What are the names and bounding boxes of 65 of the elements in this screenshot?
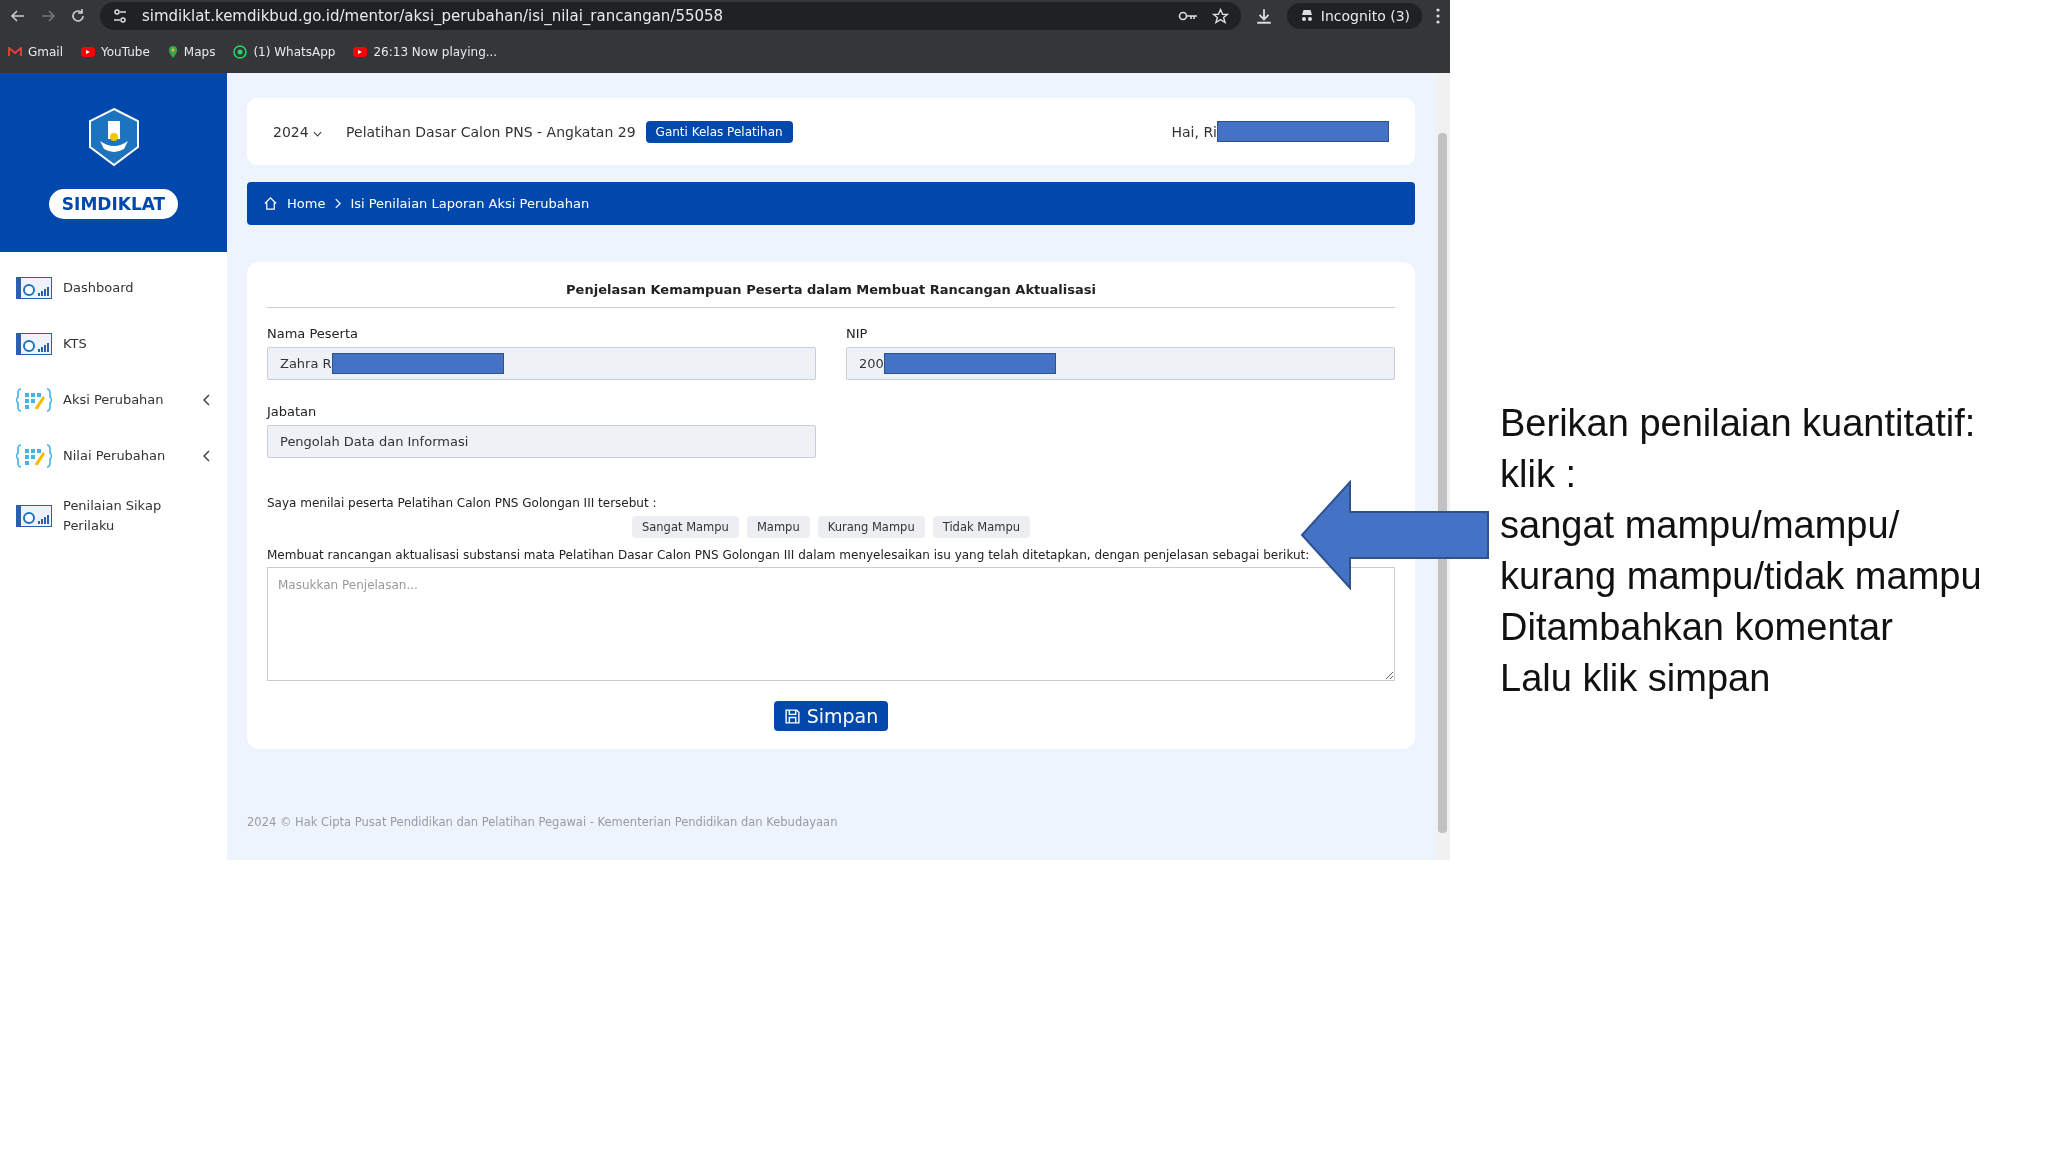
key-icon[interactable]: [1177, 10, 1198, 22]
incognito-profile-button[interactable]: Incognito (3): [1286, 3, 1422, 29]
explanation-label: Membuat rancangan aktualisasi substansi mata Pelatihan Dasar Calon PNS Golongan III dalam menyelesaikan isu yang telah ditetapkan, dengan penjelasan sebagai berikut:: [267, 548, 1311, 562]
play-icon: [81, 47, 95, 57]
bookmark-link[interactable]: 26:13 Now playing...: [353, 45, 498, 59]
user-greeting[interactable]: Hai, Ri: [1171, 123, 1217, 140]
footer-text: 2024 © Hak Cipta Pusat Pendidikan dan Pelatihan Pegawai - Kementerian Pendidikan dan Kebudayaan: [247, 815, 839, 829]
annotation-text: Berikan penilaian kuantitatif:: [1500, 401, 1977, 446]
menu-icon[interactable]: [1436, 8, 1440, 24]
code-grid-icon: [16, 443, 52, 469]
scrollbar[interactable]: [1435, 73, 1450, 860]
save-button[interactable]: Simpan: [773, 701, 889, 731]
annotation-text: kurang mampu/tidak mampu: [1500, 554, 1982, 599]
field-label: Nama Peserta: [267, 326, 359, 341]
annotation-text: sangat mampu/mampu/: [1500, 503, 1901, 548]
bookmark-link[interactable]: Gmail: [8, 45, 63, 59]
rating-prompt: Saya menilai peserta Pelatihan Calon PNS Golongan III tersebut :: [267, 496, 658, 510]
play-icon: [353, 47, 368, 57]
year-dropdown[interactable]: 2024: [273, 123, 323, 140]
class-name: Pelatihan Dasar Calon PNS - Angkatan 29: [346, 123, 636, 140]
address-bar[interactable]: simdiklat.kemdikbud.go.id/mentor/aksi_perubahan/isi_nilai_rancangan/55058: [100, 2, 1241, 30]
readonly-field[interactable]: Zahra R: [267, 347, 816, 380]
annotation-text: Ditambahkan komentar: [1500, 605, 1894, 650]
annotation-text: Lalu klik simpan: [1500, 656, 1772, 701]
readonly-field[interactable]: Pengolah Data dan Informasi: [267, 425, 816, 458]
bookmark-star-icon[interactable]: [1211, 7, 1229, 25]
bookmark-link[interactable]: YouTube: [81, 45, 150, 59]
bookmark-link[interactable]: Maps: [167, 45, 216, 59]
chevron-icon: [334, 198, 342, 209]
bookmark-link[interactable]: (1) WhatsApp: [233, 45, 336, 59]
rating-option-button[interactable]: Kurang Mampu: [817, 516, 925, 538]
dashboard-chart-icon: [16, 505, 52, 527]
mail-icon: [8, 47, 22, 57]
dashboard-chart-icon: [16, 333, 52, 355]
chevron-icon[interactable]: [203, 450, 211, 462]
brand-label: SIMDIKLAT: [48, 188, 179, 219]
breadcrumb-link[interactable]: Isi Penilaian Laporan Aksi Perubahan: [350, 196, 590, 211]
readonly-field[interactable]: 200: [846, 347, 1395, 380]
back-icon[interactable]: [10, 8, 26, 24]
sidebar-item[interactable]: Dashboard: [16, 272, 211, 304]
chat-bubble-icon: [233, 45, 248, 59]
home-icon[interactable]: [263, 196, 278, 211]
sidebar-item[interactable]: KTS: [16, 328, 211, 360]
map-pin-icon: [167, 45, 178, 59]
forward-icon[interactable]: [40, 8, 56, 24]
sidebar-item[interactable]: Aksi Perubahan: [16, 384, 211, 416]
dashboard-chart-icon: [16, 277, 52, 299]
field-label: Jabatan: [267, 404, 318, 419]
rating-option-button[interactable]: Mampu: [746, 516, 810, 538]
site-settings-icon[interactable]: [112, 8, 128, 24]
code-grid-icon: [16, 387, 52, 413]
chevron-icon[interactable]: [203, 394, 211, 406]
caret-icon[interactable]: [313, 130, 323, 137]
sidebar-item[interactable]: Penilaian Sikap Perilaku: [16, 496, 211, 536]
rating-option-button[interactable]: Tidak Mampu: [932, 516, 1030, 538]
sidebar-item[interactable]: Nilai Perubahan: [16, 440, 211, 472]
explanation-textarea[interactable]: Masukkan Penjelasan...: [267, 567, 1395, 681]
form-title: Penjelasan Kemampuan Peserta dalam Membuat Rancangan Aktualisasi: [267, 282, 1395, 308]
breadcrumb-link[interactable]: Home: [287, 196, 326, 211]
download-icon[interactable]: [1254, 7, 1273, 25]
field-label: NIP: [846, 326, 869, 341]
change-class-button[interactable]: Ganti Kelas Pelatihan: [645, 120, 793, 143]
reload-icon[interactable]: [70, 8, 86, 24]
annotation-text: klik :: [1500, 452, 1577, 497]
rating-option-button[interactable]: Sangat Mampu: [632, 516, 739, 538]
